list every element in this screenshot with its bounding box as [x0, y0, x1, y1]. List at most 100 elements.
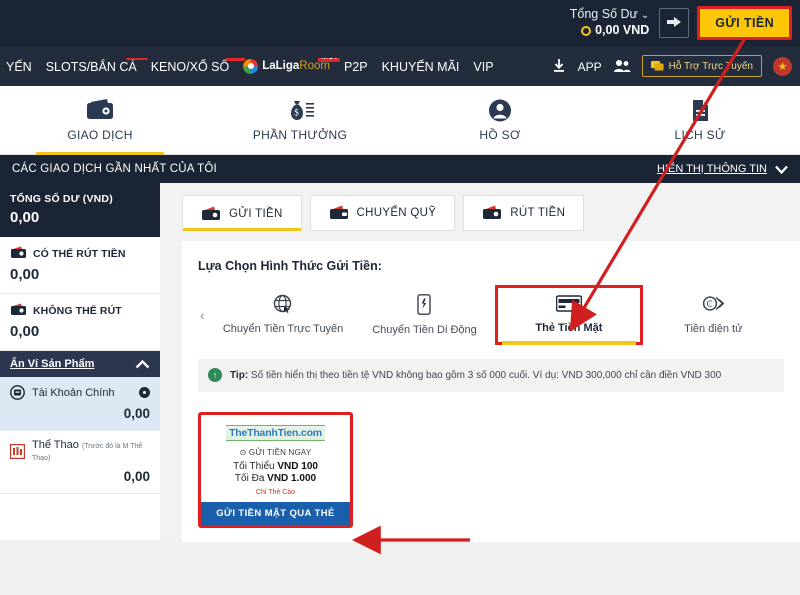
- logout-button[interactable]: [659, 8, 690, 38]
- credit-card-icon: [555, 295, 583, 312]
- total-balance-label: TỔNG SỐ DƯ (VND): [10, 193, 113, 205]
- wallet-withdraw-icon: [483, 205, 502, 219]
- wallet-value: 0,00: [123, 406, 150, 421]
- method-the-tien-mat[interactable]: Thẻ Tiền Mặt: [495, 285, 643, 345]
- method-label: Tiền điện tử: [684, 323, 743, 335]
- crypto-icon: ₵: [703, 296, 725, 311]
- coin-icon: [581, 25, 592, 36]
- card-deposit-button[interactable]: GỬI TIỀN MẶT QUA THẺ: [201, 502, 350, 525]
- nav-bar: YẾN SLOTS/BẮN CÁ MỚI KENO/XỔ SỐ HOT LaLi…: [0, 46, 800, 86]
- tip-body: Số tiền hiển thị theo tiền tệ VND không …: [248, 370, 722, 381]
- non-withdrawable-value: 0,00: [10, 323, 40, 340]
- show-info-link[interactable]: HIỂN THỊ THÔNG TIN: [657, 163, 767, 175]
- tab-label: HỒ SƠ: [479, 128, 521, 142]
- tab-label: GIAO DỊCH: [67, 128, 133, 142]
- subtab-rut-tien[interactable]: RÚT TIỀN: [463, 195, 585, 231]
- wallet-item-sports[interactable]: Thể Thao (Trước đó là M Thể Thao) 0,00: [0, 431, 160, 494]
- deposit-now-label: ⊙ GỬI TIỀN NGAY: [239, 448, 312, 457]
- subtab-gui-tien[interactable]: GỬI TIỀN: [182, 195, 302, 231]
- support-button[interactable]: Hỗ Trợ Trực Tuyến: [641, 55, 762, 77]
- tab-ho-so[interactable]: HỒ SƠ: [400, 86, 600, 155]
- wallet-icon: [11, 246, 26, 258]
- subtab-label: CHUYỂN QUỸ: [356, 207, 437, 219]
- transaction-content: GỬI TIỀN CHUYỂN QUỸ RÚT TIỀN Lựa Chọn Hì…: [170, 183, 800, 542]
- nav-item-0[interactable]: YẾN: [6, 58, 32, 74]
- withdrawable-row: CÓ THỂ RÚT TIỀN 0,00: [0, 237, 160, 294]
- nav-item-label: SLOTS/BẮN CÁ: [45, 60, 137, 74]
- total-balance-block: TỔNG SỐ DƯ (VND) 0,00: [0, 183, 160, 237]
- tab-label: PHẦN THƯỞNG: [252, 128, 348, 142]
- badge-new-icon: MỚI: [125, 58, 148, 60]
- chat-icon: [650, 61, 664, 71]
- tip-text: Tip: Số tiền hiển thị theo tiền tệ VND k…: [230, 368, 721, 383]
- non-withdrawable-label: KHÔNG THỂ RÚT: [33, 304, 122, 317]
- info-icon: ↑: [208, 368, 222, 382]
- tab-label: LỊCH SỬ: [674, 128, 726, 142]
- method-chuyen-tien-di-dong[interactable]: Chuyển Tiền Di Động: [354, 287, 495, 344]
- deposit-now-text: GỬI TIỀN NGAY: [248, 448, 312, 457]
- nav-item-4[interactable]: P2P: [344, 58, 368, 74]
- prev-arrow-icon[interactable]: ‹: [198, 308, 212, 323]
- wallet-item-main-account[interactable]: Tài Khoản Chính 0,00: [0, 377, 160, 431]
- withdrawable-value: 0,00: [10, 266, 40, 283]
- wallet-options-button[interactable]: [139, 387, 150, 398]
- support-label: Hỗ Trợ Trực Tuyến: [668, 60, 753, 72]
- tab-phan-thuong[interactable]: $ PHẦN THƯỞNG: [200, 86, 400, 155]
- nav-item-6[interactable]: VIP: [473, 58, 493, 74]
- card-note: Chỉ Thẻ Cào: [255, 489, 296, 496]
- min-limit-value: VND 100: [277, 461, 318, 472]
- method-label: Chuyển Tiền Trực Tuyến: [222, 323, 344, 335]
- subtab-chuyen-quy[interactable]: CHUYỂN QUỸ: [309, 195, 456, 231]
- payment-provider-logo: TheThanhTien.com: [226, 425, 325, 441]
- tab-lich-su[interactable]: LỊCH SỬ: [600, 86, 800, 155]
- svg-text:₵: ₵: [707, 299, 713, 309]
- download-icon[interactable]: [551, 58, 567, 74]
- subtab-label: GỬI TIỀN: [229, 207, 283, 220]
- logout-icon: [667, 17, 682, 27]
- wallet-icon: [11, 303, 26, 315]
- payment-card-thethanhtien[interactable]: TheThanhTien.com ⊙ GỬI TIỀN NGAY Tối Thi…: [198, 412, 353, 528]
- top-bar: Tổng Số Dư ⌄ 0,00 VND GỬI TIỀN: [0, 0, 800, 46]
- total-balance-value: 0,00: [10, 209, 40, 226]
- nav-item-2[interactable]: KENO/XỔ SỐ HOT: [151, 58, 246, 74]
- nav-item-laliga[interactable]: LaLigaRoom MỚI: [243, 58, 340, 74]
- nav-item-5[interactable]: KHUYẾN MÃI: [382, 58, 460, 74]
- product-wallet-label: Ẩn Ví Sản Phẩm: [10, 358, 95, 370]
- show-info-toggle[interactable]: HIỂN THỊ THÔNG TIN: [657, 163, 788, 175]
- nav-item-app[interactable]: APP: [578, 58, 602, 74]
- nav-item-label: KHUYẾN MÃI: [381, 60, 460, 74]
- balance-value: 0,00 VND: [595, 23, 650, 37]
- deposit-method-list: ‹ Chuyển Tiền Trực Tuyến Chuyển Tiền Di …: [198, 285, 784, 345]
- mobile-icon: [417, 293, 432, 315]
- deposit-button[interactable]: GỬI TIỀN: [697, 6, 792, 40]
- tab-giao-dich[interactable]: GIAO DỊCH: [0, 86, 200, 155]
- money-bag-icon: $: [291, 101, 314, 120]
- chevron-down-icon[interactable]: [775, 165, 788, 174]
- sub-tab-bar: GỬI TIỀN CHUYỂN QUỸ RÚT TIỀN: [182, 195, 800, 231]
- method-tien-dien-tu[interactable]: ₵ Tiền điện tử: [643, 287, 784, 343]
- people-icon[interactable]: [613, 59, 631, 73]
- nav-item-1[interactable]: SLOTS/BẮN CÁ MỚI: [45, 58, 148, 74]
- deposit-panel: Lựa Chọn Hình Thức Gửi Tiền: ‹ Chuyển Ti…: [182, 241, 800, 542]
- main-tab-bar: GIAO DỊCH $ PHẦN THƯỞNG HỒ SƠ LỊCH SỬ: [0, 86, 800, 155]
- document-icon: [693, 100, 708, 121]
- wallet-value: 0,00: [123, 469, 150, 484]
- method-chuyen-tien-truc-tuyen[interactable]: Chuyển Tiền Trực Tuyến: [212, 287, 353, 343]
- wallet-deposit-icon: [202, 206, 220, 220]
- product-wallet-toggle[interactable]: Ẩn Ví Sản Phẩm: [0, 351, 160, 377]
- user-icon: [489, 99, 511, 122]
- chevron-down-icon[interactable]: ⌄: [641, 10, 649, 23]
- balance-block[interactable]: Tổng Số Dư ⌄ 0,00 VND: [570, 7, 650, 38]
- balance-sidebar: TỔNG SỐ DƯ (VND) 0,00 CÓ THỂ RÚT TIỀN 0,…: [0, 183, 160, 540]
- page-body: TỔNG SỐ DƯ (VND) 0,00 CÓ THỂ RÚT TIỀN 0,…: [0, 183, 800, 542]
- payment-card-list: TheThanhTien.com ⊙ GỬI TIỀN NGAY Tối Thi…: [198, 412, 784, 528]
- wallet-name-text: Thể Thao: [32, 439, 79, 451]
- max-limit-row: Tối Đa VND 1.000: [201, 473, 350, 484]
- globe-icon: [273, 294, 292, 313]
- tip-banner: ↑ Tip: Số tiền hiển thị theo tiền tệ VND…: [198, 359, 784, 392]
- balance-label-row[interactable]: Tổng Số Dư ⌄: [570, 7, 650, 23]
- chevron-up-icon[interactable]: [135, 359, 150, 369]
- min-limit-row: Tối Thiểu VND 100: [201, 461, 350, 472]
- wallet-name: Thể Thao (Trước đó là M Thể Thao): [32, 439, 150, 463]
- favorite-button[interactable]: ★: [773, 56, 792, 76]
